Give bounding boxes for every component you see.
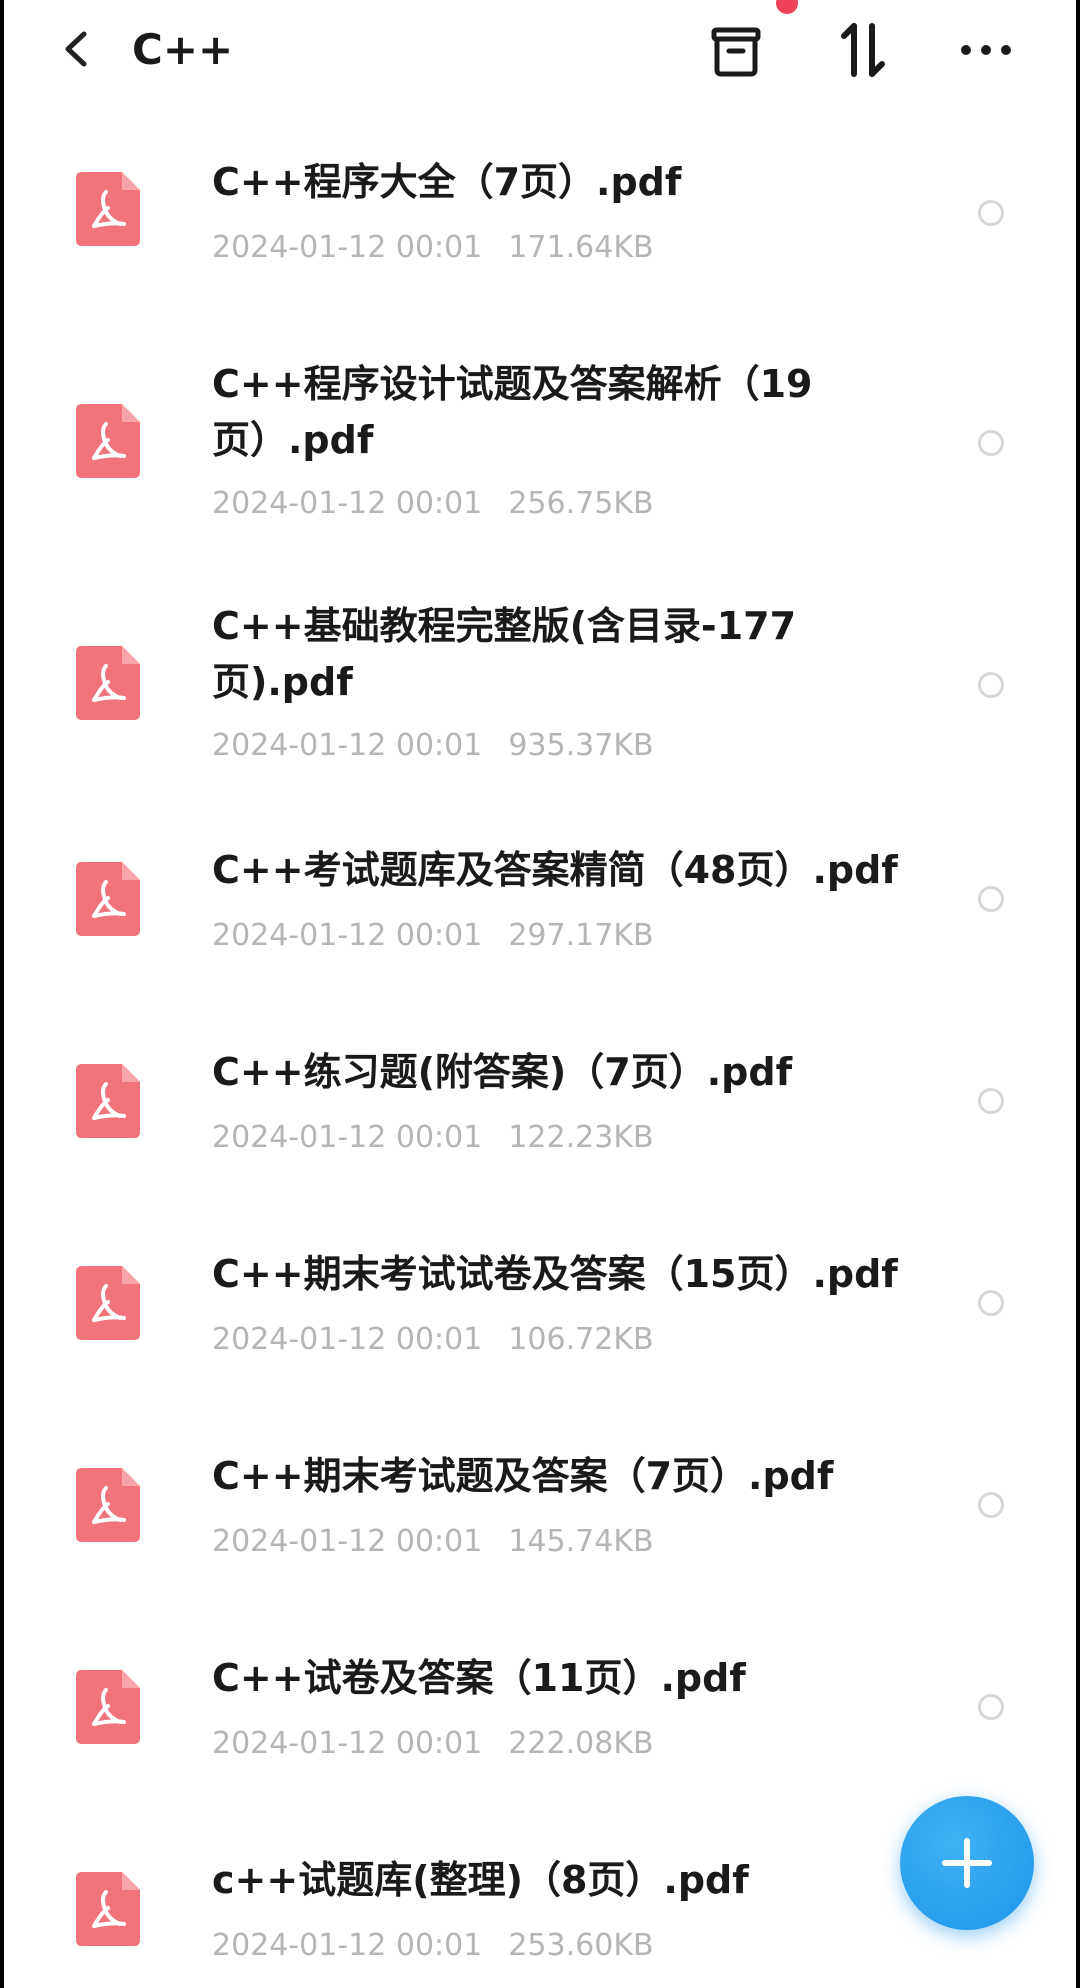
file-meta: 2024-01-12 00:01 171.64KB bbox=[212, 228, 654, 268]
pdf-file-icon bbox=[76, 1872, 140, 1946]
file-meta: 2024-01-12 00:01 297.17KB bbox=[212, 916, 654, 956]
file-list-item[interactable]: c++试题库(整理)（8页）.pdf 2024-01-12 00:01 253.6… bbox=[4, 0, 1076, 1963]
pdf-file-icon bbox=[76, 1064, 140, 1138]
file-meta: 2024-01-12 00:01 935.37KB bbox=[212, 726, 654, 766]
file-size: 171.64KB bbox=[508, 230, 654, 265]
file-date: 2024-01-12 00:01 bbox=[212, 230, 483, 265]
pdf-file-icon bbox=[76, 1670, 140, 1744]
file-size: 935.37KB bbox=[508, 728, 654, 763]
select-radio[interactable] bbox=[978, 1492, 1004, 1518]
file-date: 2024-01-12 00:01 bbox=[212, 1120, 483, 1155]
file-name: C++期末考试题及答案（7页）.pdf bbox=[212, 1454, 834, 1498]
plus-icon bbox=[942, 1838, 992, 1888]
file-list: C++程序大全（7页）.pdf 2024-01-12 00:01 171.64KB… bbox=[4, 0, 1076, 1988]
select-radio[interactable] bbox=[978, 672, 1004, 698]
file-date: 2024-01-12 00:01 bbox=[212, 1726, 483, 1761]
file-meta: 2024-01-12 00:01 122.23KB bbox=[212, 1118, 654, 1158]
file-size: 106.72KB bbox=[508, 1322, 654, 1357]
file-meta: 2024-01-12 00:01 145.74KB bbox=[212, 1522, 654, 1562]
pdf-file-icon bbox=[76, 646, 140, 720]
file-name: C++期末考试试卷及答案（15页）.pdf bbox=[212, 1252, 898, 1296]
file-name: C++试卷及答案（11页）.pdf bbox=[212, 1656, 746, 1700]
select-radio[interactable] bbox=[978, 1290, 1004, 1316]
file-size: 145.74KB bbox=[508, 1524, 654, 1559]
file-date: 2024-01-12 00:01 bbox=[212, 1322, 483, 1357]
file-size: 297.17KB bbox=[508, 918, 654, 953]
file-date: 2024-01-12 00:01 bbox=[212, 728, 483, 763]
file-meta: 2024-01-12 00:01 253.60KB bbox=[212, 1926, 654, 1966]
file-name: C++程序设计试题及答案解析（19 页）.pdf bbox=[212, 362, 813, 462]
file-browser-screen: C++ C++程序大全（7页）.pdf 2024-01-12 00:01 171… bbox=[4, 0, 1076, 1988]
file-size: 222.08KB bbox=[508, 1726, 654, 1761]
file-date: 2024-01-12 00:01 bbox=[212, 486, 483, 521]
file-size: 122.23KB bbox=[508, 1120, 654, 1155]
file-date: 2024-01-12 00:01 bbox=[212, 918, 483, 953]
file-date: 2024-01-12 00:01 bbox=[212, 1928, 483, 1963]
file-meta: 2024-01-12 00:01 222.08KB bbox=[212, 1724, 654, 1764]
select-radio[interactable] bbox=[978, 1694, 1004, 1720]
file-size: 253.60KB bbox=[508, 1928, 654, 1963]
select-radio[interactable] bbox=[978, 200, 1004, 226]
file-meta: 2024-01-12 00:01 256.75KB bbox=[212, 484, 654, 524]
select-radio[interactable] bbox=[978, 430, 1004, 456]
pdf-file-icon bbox=[76, 1468, 140, 1542]
file-name: C++程序大全（7页）.pdf bbox=[212, 160, 682, 204]
file-name: C++考试题库及答案精简（48页）.pdf bbox=[212, 848, 898, 892]
file-name: C++基础教程完整版(含目录-177 页).pdf bbox=[212, 604, 797, 704]
file-size: 256.75KB bbox=[508, 486, 654, 521]
select-radio[interactable] bbox=[978, 886, 1004, 912]
file-name: C++练习题(附答案)（7页）.pdf bbox=[212, 1050, 793, 1094]
add-button[interactable] bbox=[900, 1796, 1034, 1930]
pdf-file-icon bbox=[76, 172, 140, 246]
pdf-file-icon bbox=[76, 1266, 140, 1340]
pdf-file-icon bbox=[76, 862, 140, 936]
file-meta: 2024-01-12 00:01 106.72KB bbox=[212, 1320, 654, 1360]
file-name: c++试题库(整理)（8页）.pdf bbox=[212, 1858, 749, 1902]
select-radio[interactable] bbox=[978, 1088, 1004, 1114]
pdf-file-icon bbox=[76, 404, 140, 478]
file-date: 2024-01-12 00:01 bbox=[212, 1524, 483, 1559]
